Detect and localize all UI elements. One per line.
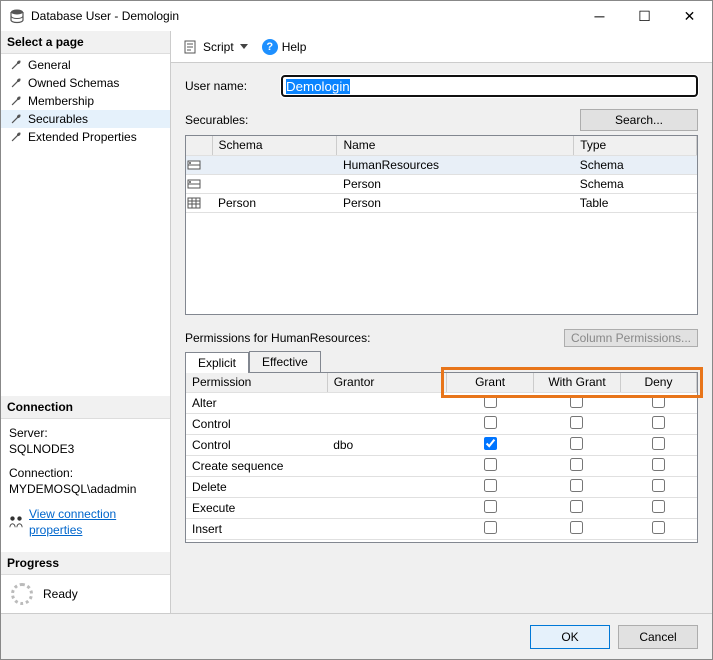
securables-col[interactable]: Type [574,136,697,155]
perm-checkbox[interactable] [484,500,497,513]
perm-row[interactable]: References [186,539,697,543]
progress-head: Progress [1,552,170,575]
perm-row[interactable]: Execute [186,497,697,518]
perm-checkbox[interactable] [570,521,583,534]
chevron-down-icon [240,44,248,49]
wrench-icon [9,76,23,90]
securables-label: Securables: [185,113,580,127]
ok-button[interactable]: OK [530,625,610,649]
perm-checkbox[interactable] [484,458,497,471]
connection-head: Connection [1,396,170,419]
view-connection-properties-link[interactable]: View connection properties [29,506,162,538]
securables-row[interactable]: PersonSchema [186,174,697,193]
close-button[interactable]: ✕ [667,1,712,31]
perm-checkbox[interactable] [570,437,583,450]
perm-col-grant[interactable]: Grant [447,373,534,392]
schema-icon [186,174,212,193]
perm-col-deny[interactable]: Deny [620,373,696,392]
page-item-membership[interactable]: Membership [1,92,170,110]
securables-grid[interactable]: SchemaNameType HumanResourcesSchemaPerso… [185,135,698,315]
perm-checkbox[interactable] [652,458,665,471]
connection-value: MYDEMOSQL\adadmin [9,481,162,497]
cancel-button[interactable]: Cancel [618,625,698,649]
perm-checkbox[interactable] [570,542,583,544]
search-button[interactable]: Search... [580,109,698,131]
perm-checkbox[interactable] [652,479,665,492]
server-label: Server: [9,425,162,441]
page-list: GeneralOwned SchemasMembershipSecurables… [1,56,170,146]
perm-checkbox[interactable] [484,521,497,534]
perm-checkbox[interactable] [570,458,583,471]
left-panel: Select a page GeneralOwned SchemasMember… [1,31,171,613]
perm-checkbox[interactable] [570,500,583,513]
securables-col[interactable]: Schema [212,136,337,155]
server-value: SQLNODE3 [9,441,162,457]
connection-icon [9,515,23,529]
perm-checkbox[interactable] [652,542,665,544]
table-icon [186,193,212,212]
pages-head: Select a page [1,31,170,54]
perm-row[interactable]: Control [186,413,697,434]
perm-checkbox[interactable] [484,437,497,450]
perm-row[interactable]: Create sequence [186,455,697,476]
perm-row[interactable]: Insert [186,518,697,539]
column-permissions-button: Column Permissions... [564,329,698,347]
username-label: User name: [185,79,271,93]
schema-icon [186,155,212,174]
maximize-button[interactable]: ☐ [622,1,667,31]
perm-checkbox[interactable] [652,521,665,534]
securables-col[interactable] [186,136,212,155]
dialog-footer: OK Cancel [1,613,712,659]
titlebar[interactable]: Database User - Demologin ─ ☐ ✕ [1,1,712,31]
perm-checkbox[interactable] [652,416,665,429]
help-icon: ? [262,39,278,55]
script-button[interactable]: Script [179,37,252,57]
wrench-icon [9,58,23,72]
connection-label: Connection: [9,465,162,481]
securables-row[interactable]: PersonPersonTable [186,193,697,212]
wrench-icon [9,112,23,126]
wrench-icon [9,94,23,108]
perm-checkbox[interactable] [484,542,497,544]
help-button[interactable]: ? Help [258,37,311,57]
progress-status: Ready [43,587,78,601]
securables-col[interactable]: Name [337,136,574,155]
spinner-icon [11,583,33,605]
perm-col-with-grant[interactable]: With Grant [534,373,621,392]
perm-checkbox[interactable] [570,479,583,492]
perm-checkbox[interactable] [484,416,497,429]
page-item-securables[interactable]: Securables [1,110,170,128]
page-item-extended-properties[interactable]: Extended Properties [1,128,170,146]
perm-checkbox[interactable] [652,395,665,408]
perm-checkbox[interactable] [484,479,497,492]
perm-row[interactable]: Delete [186,476,697,497]
perm-row[interactable]: Alter [186,392,697,413]
window-title: Database User - Demologin [31,9,577,23]
username-input[interactable] [281,75,698,97]
permissions-grid[interactable]: PermissionGrantorGrantWith GrantDeny Alt… [185,373,698,543]
perm-checkbox[interactable] [484,395,497,408]
wrench-icon [9,130,23,144]
tab-explicit[interactable]: Explicit [185,352,249,373]
perm-col-grantor[interactable]: Grantor [327,373,446,392]
minimize-button[interactable]: ─ [577,1,622,31]
tab-effective[interactable]: Effective [249,351,321,372]
permissions-tabs: Explicit Effective [185,351,698,373]
perm-col-permission[interactable]: Permission [186,373,327,392]
toolbar: Script ? Help [171,31,712,63]
perm-checkbox[interactable] [570,395,583,408]
perm-checkbox[interactable] [652,500,665,513]
db-icon [9,8,25,24]
securables-row[interactable]: HumanResourcesSchema [186,155,697,174]
page-item-general[interactable]: General [1,56,170,74]
perm-checkbox[interactable] [570,416,583,429]
perm-row[interactable]: Controldbo [186,434,697,455]
dialog-window: Database User - Demologin ─ ☐ ✕ Select a… [0,0,713,660]
permissions-label: Permissions for HumanResources: [185,331,564,345]
perm-checkbox[interactable] [652,437,665,450]
page-item-owned-schemas[interactable]: Owned Schemas [1,74,170,92]
